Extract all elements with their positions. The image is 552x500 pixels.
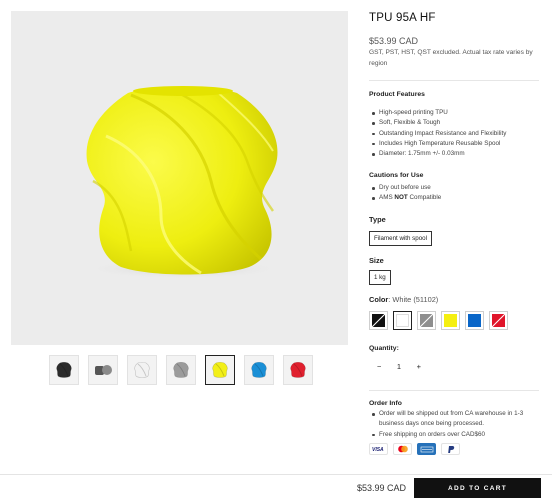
divider [369,80,539,81]
thumbnail-spool-hardware[interactable] [88,355,118,385]
visa-icon: VISA [369,443,388,455]
feature-item: Diameter: 1.75mm +/- 0.03mm [369,149,506,159]
cautions-list: Dry out before use AMS NOT Compatible [369,183,441,204]
thumbnail-blue-image [251,361,267,378]
amex-icon [417,443,436,455]
main-product-image[interactable] [11,11,348,345]
order-info-list: Order will be shipped out from CA wareho… [369,409,541,440]
out-of-stock-slash [420,314,433,327]
features-list: High-speed printing TPU Soft, Flexible & … [369,108,506,159]
quantity-label: Quantity: [369,345,399,352]
quantity-increase-button[interactable]: + [417,362,421,371]
size-option-1kg[interactable]: 1 kg [369,270,391,285]
type-option-filament-with-spool[interactable]: Filament with spool [369,231,432,246]
thumbnail-white-image [134,361,150,378]
color-swatches [369,311,508,330]
color-chip [372,314,385,327]
thumbnail-spool-hardware-image [95,365,112,375]
divider [369,390,539,391]
thumbnail-red[interactable] [283,355,313,385]
thumbnail-gray-image [173,361,189,378]
spool-vase-illustration [83,86,283,279]
caution-item: AMS NOT Compatible [369,193,441,203]
color-chip [420,314,433,327]
add-to-cart-button[interactable]: ADD TO CART [414,478,541,498]
thumbnail-blue[interactable] [244,355,274,385]
caution-item: Dry out before use [369,183,441,193]
color-swatch-black[interactable] [369,311,388,330]
color-swatch-white[interactable] [393,311,412,330]
feature-item: Soft, Flexible & Tough [369,118,506,128]
quantity-decrease-button[interactable]: − [377,362,381,371]
selected-color-value: : White (51102) [388,295,439,304]
thumbnail-strip [49,355,313,385]
thumbnail-black-spool[interactable] [49,355,79,385]
color-chip [492,314,505,327]
payment-icons: VISA [369,443,460,455]
color-chip [396,314,409,327]
size-label: Size [369,256,384,265]
order-info-item: Order will be shipped out from CA wareho… [369,409,541,430]
thumbnail-white[interactable] [127,355,157,385]
paypal-icon [441,443,460,455]
bottom-bar-divider [0,474,552,475]
color-label: Color: White (51102) [369,295,439,304]
feature-item: High-speed printing TPU [369,108,506,118]
quantity-stepper: − 1 + [369,356,429,376]
color-chip [444,314,457,327]
quantity-value[interactable]: 1 [397,362,401,371]
thumbnail-red-image [290,361,306,378]
mastercard-icon [393,443,412,455]
type-label: Type [369,215,386,224]
thumbnail-black-spool-image [56,361,72,378]
sticky-bar-price: $53.99 CAD [357,483,407,493]
color-swatch-yellow[interactable] [441,311,460,330]
svg-text:VISA: VISA [372,447,384,452]
order-info-item: Free shipping on orders over CAD$60 [369,430,541,440]
color-swatch-gray[interactable] [417,311,436,330]
product-price: $53.99 CAD [369,36,419,46]
cautions-title: Cautions for Use [369,172,424,179]
out-of-stock-slash [492,314,505,327]
thumbnail-yellow[interactable] [205,355,235,385]
feature-item: Includes High Temperature Reusable Spool [369,139,506,149]
thumbnail-yellow-image [212,361,228,378]
product-title: TPU 95A HF [369,12,436,24]
color-swatch-red[interactable] [489,311,508,330]
order-info-title: Order Info [369,400,402,407]
color-swatch-blue[interactable] [465,311,484,330]
thumbnail-gray[interactable] [166,355,196,385]
out-of-stock-slash [372,314,385,327]
features-title: Product Features [369,91,425,98]
feature-item: Outstanding Impact Resistance and Flexib… [369,129,506,139]
color-chip [468,314,481,327]
tax-note: GST, PST, HST, QST excluded. Actual tax … [369,49,533,67]
